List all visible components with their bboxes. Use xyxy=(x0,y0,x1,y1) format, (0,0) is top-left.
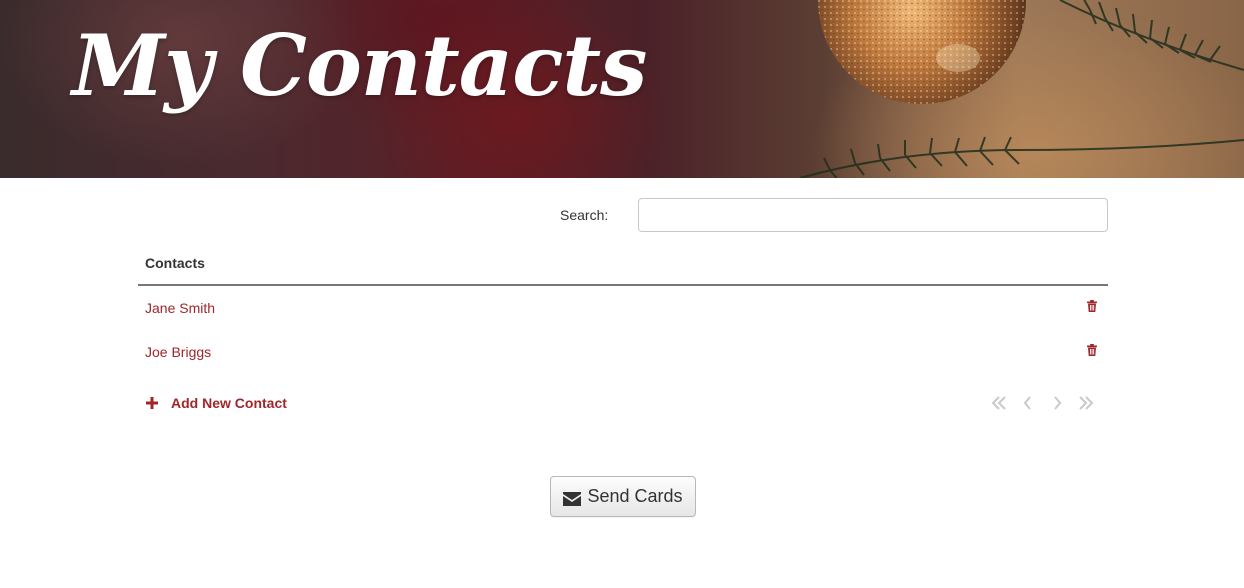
header-banner: My Contacts xyxy=(0,0,1244,178)
search-input[interactable] xyxy=(638,198,1108,232)
pagination xyxy=(984,392,1100,414)
table-row: Jane Smith xyxy=(138,286,1108,330)
column-header-contacts: Contacts xyxy=(138,242,1108,286)
table-row: Joe Briggs xyxy=(138,330,1108,374)
search-label: Search: xyxy=(560,207,609,223)
contacts-table: Contacts Jane Smith Joe Briggs xyxy=(138,242,1108,374)
add-new-contact-label: Add New Contact xyxy=(171,395,287,411)
add-new-contact-button[interactable]: Add New Contact xyxy=(145,395,287,411)
send-cards-button[interactable]: Send Cards xyxy=(550,476,696,517)
double-chevron-right-icon[interactable] xyxy=(1071,392,1100,414)
trash-icon[interactable] xyxy=(1085,343,1099,357)
trash-icon[interactable] xyxy=(1085,299,1099,313)
table-footer: Add New Contact xyxy=(145,392,1100,418)
ornament-image xyxy=(818,0,1026,104)
chevron-right-icon[interactable] xyxy=(1042,392,1071,414)
page-title: My Contacts xyxy=(72,16,647,115)
send-cards-label: Send Cards xyxy=(587,486,683,506)
contact-name-link[interactable]: Jane Smith xyxy=(145,300,215,316)
chevron-left-icon[interactable] xyxy=(1013,392,1042,414)
envelope-icon xyxy=(563,490,582,506)
contact-name-link[interactable]: Joe Briggs xyxy=(145,344,211,360)
plus-icon xyxy=(145,396,159,410)
double-chevron-left-icon[interactable] xyxy=(984,392,1013,414)
